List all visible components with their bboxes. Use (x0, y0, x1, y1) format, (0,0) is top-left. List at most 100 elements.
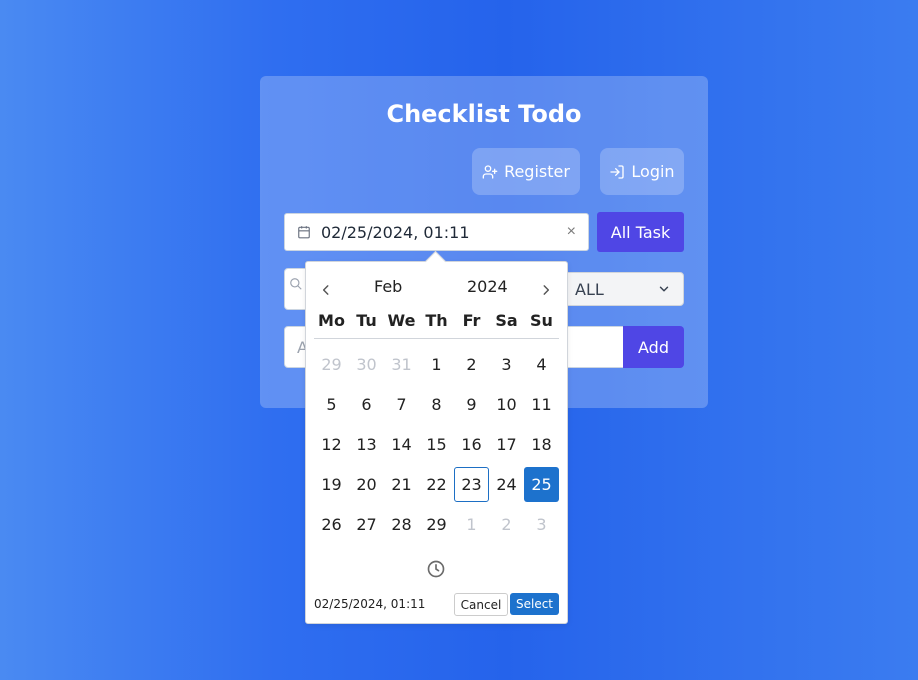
register-label: Register (504, 162, 570, 181)
chevron-right-icon (543, 285, 550, 295)
weekday-label: Fr (462, 311, 481, 330)
weekday-label: Su (530, 311, 553, 330)
login-button[interactable]: Login (600, 148, 684, 195)
day-number: 17 (496, 434, 517, 454)
day-cell[interactable]: 13 (349, 424, 384, 464)
day-cell[interactable]: 22 (419, 464, 454, 504)
date-picker-popover: Feb 2024 Mo Tu We Th Fr Sa Su 29 30 31 1 2 3 4 5 6 7 8 9 1… (305, 250, 568, 624)
cancel-button[interactable]: Cancel (454, 593, 508, 616)
day-number: 10 (496, 394, 517, 414)
month-selector[interactable]: Feb (374, 277, 402, 296)
day-number: 29 (426, 514, 447, 534)
day-cell[interactable]: 19 (314, 464, 349, 504)
day-number: 1 (466, 514, 477, 534)
day-cell[interactable]: 26 (314, 504, 349, 544)
picker-selected-value: 02/25/2024, 01:11 (314, 597, 426, 611)
prev-month-button[interactable] (316, 280, 336, 300)
day-number: 2 (466, 354, 477, 374)
day-number: 2 (501, 514, 512, 534)
day-cell[interactable]: 11 (524, 384, 559, 424)
day-number: 25 (524, 466, 559, 502)
day-cell[interactable]: 2 (489, 504, 524, 544)
day-cell[interactable]: 27 (349, 504, 384, 544)
year-selector[interactable]: 2024 (467, 277, 508, 296)
day-grid: 29 30 31 1 2 3 4 5 6 7 8 9 10 11 12 13 14 15 16 17 18 19 20 21 2… (314, 344, 559, 544)
day-cell[interactable]: 8 (419, 384, 454, 424)
login-label: Login (631, 162, 675, 181)
day-number: 24 (496, 474, 517, 494)
day-cell[interactable]: 2 (454, 344, 489, 384)
search-icon (290, 278, 302, 290)
app-title: Checklist Todo (386, 100, 582, 128)
all-task-button[interactable]: All Task (597, 212, 684, 252)
day-cell[interactable]: 15 (419, 424, 454, 464)
select-button[interactable]: Select (510, 593, 559, 615)
day-number: 13 (356, 434, 377, 454)
day-number: 31 (391, 354, 412, 374)
day-number: 6 (361, 394, 372, 414)
status-select[interactable]: ALL (564, 272, 684, 306)
day-number: 29 (321, 354, 342, 374)
day-number: 11 (531, 394, 552, 414)
date-filter-value: 02/25/2024, 01:11 (321, 222, 470, 242)
day-cell[interactable]: 18 (524, 424, 559, 464)
weekday-label: Sa (495, 311, 518, 330)
day-cell[interactable]: 29 (314, 344, 349, 384)
date-filter-input[interactable]: 02/25/2024, 01:11 × (284, 213, 589, 251)
day-number: 21 (391, 474, 412, 494)
chevron-left-icon (322, 285, 329, 295)
day-number: 23 (454, 466, 489, 502)
day-cell[interactable]: 28 (384, 504, 419, 544)
day-number: 1 (431, 354, 442, 374)
day-cell[interactable]: 7 (384, 384, 419, 424)
calendar-icon (298, 226, 310, 239)
day-number: 4 (536, 354, 547, 374)
day-cell[interactable]: 3 (524, 504, 559, 544)
day-cell[interactable]: 4 (524, 344, 559, 384)
day-cell[interactable]: 5 (314, 384, 349, 424)
day-cell[interactable]: 31 (384, 344, 419, 384)
day-cell[interactable]: 12 (314, 424, 349, 464)
day-cell[interactable]: 24 (489, 464, 524, 504)
day-cell[interactable]: 21 (384, 464, 419, 504)
clock-icon[interactable] (426, 559, 446, 579)
day-cell[interactable]: 9 (454, 384, 489, 424)
day-number: 7 (396, 394, 407, 414)
day-cell[interactable]: 16 (454, 424, 489, 464)
chevron-down-icon (659, 286, 669, 292)
day-cell-selected[interactable]: 25 (524, 464, 559, 504)
day-number: 27 (356, 514, 377, 534)
status-select-value: ALL (575, 279, 604, 299)
weekday-label: Tu (356, 311, 377, 330)
day-number: 15 (426, 434, 447, 454)
day-cell[interactable]: 14 (384, 424, 419, 464)
day-cell-today[interactable]: 23 (454, 464, 489, 504)
day-number: 14 (391, 434, 412, 454)
day-number: 19 (321, 474, 342, 494)
day-cell[interactable]: 1 (419, 344, 454, 384)
day-number: 3 (536, 514, 547, 534)
login-icon (610, 164, 625, 179)
day-cell[interactable]: 6 (349, 384, 384, 424)
add-button[interactable]: Add (623, 326, 684, 368)
day-number: 9 (466, 394, 477, 414)
day-cell[interactable]: 29 (419, 504, 454, 544)
day-number: 26 (321, 514, 342, 534)
day-cell[interactable]: 17 (489, 424, 524, 464)
day-number: 28 (391, 514, 412, 534)
weekday-label: Th (425, 311, 448, 330)
day-cell[interactable]: 10 (489, 384, 524, 424)
day-cell[interactable]: 1 (454, 504, 489, 544)
day-cell[interactable]: 30 (349, 344, 384, 384)
day-cell[interactable]: 3 (489, 344, 524, 384)
weekday-label: Mo (318, 311, 345, 330)
day-number: 20 (356, 474, 377, 494)
day-number: 30 (356, 354, 377, 374)
next-month-button[interactable] (536, 280, 556, 300)
clear-icon[interactable]: × (567, 223, 576, 241)
register-button[interactable]: Register (472, 148, 580, 195)
weekday-header: Mo Tu We Th Fr Sa Su (314, 308, 559, 339)
day-number: 16 (461, 434, 482, 454)
day-number: 22 (426, 474, 447, 494)
day-cell[interactable]: 20 (349, 464, 384, 504)
